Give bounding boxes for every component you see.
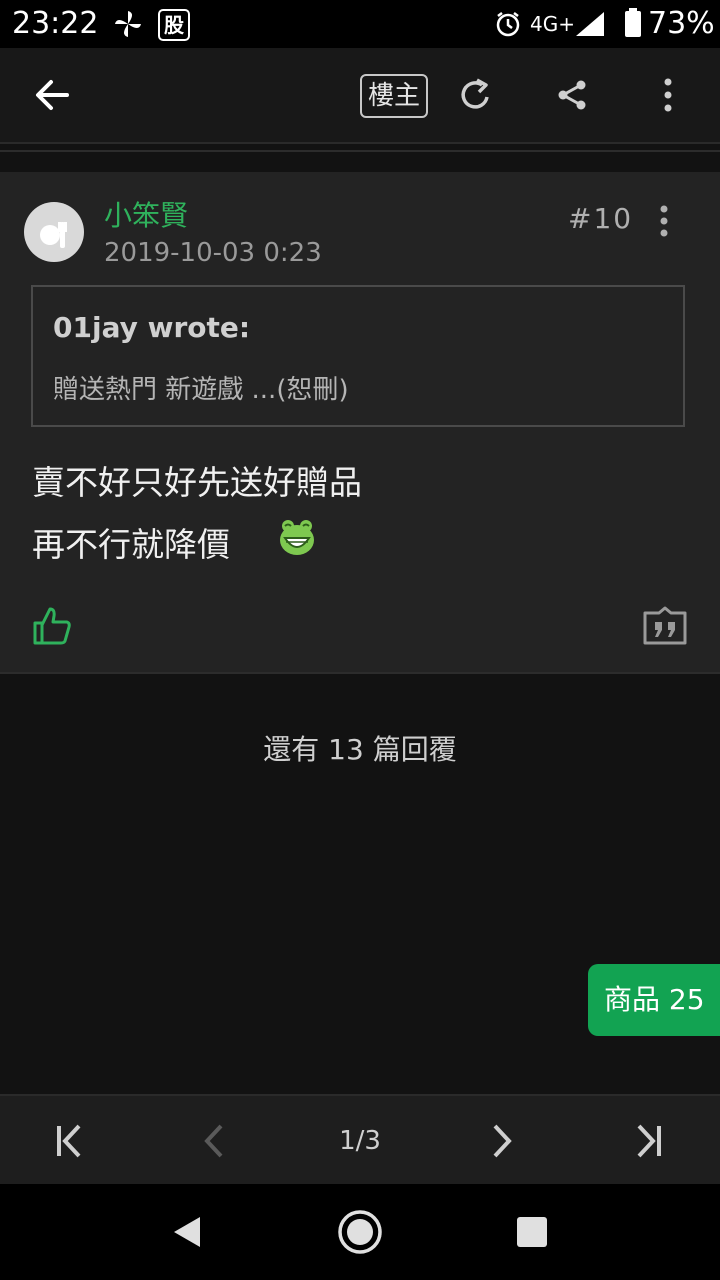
alarm-icon xyxy=(494,10,522,38)
prev-page-button[interactable] xyxy=(178,1096,250,1186)
more-vertical-icon xyxy=(659,205,669,237)
like-button[interactable] xyxy=(32,606,72,646)
author-name[interactable]: 小笨賢 xyxy=(104,194,188,234)
system-nav-bar xyxy=(0,1184,720,1280)
nav-back-button[interactable] xyxy=(138,1184,234,1280)
stock-app-icon: 股 xyxy=(158,9,190,41)
nav-home-button[interactable] xyxy=(312,1184,408,1280)
products-button[interactable]: 商品 25 xyxy=(588,964,720,1036)
floor-number: #10 xyxy=(568,202,634,235)
refresh-button[interactable] xyxy=(440,48,512,142)
back-triangle-icon xyxy=(170,1215,202,1249)
last-page-icon xyxy=(633,1124,663,1158)
back-button[interactable] xyxy=(16,48,88,142)
battery-percent: 73% xyxy=(648,6,715,41)
more-options-button[interactable] xyxy=(632,48,704,142)
share-icon xyxy=(555,78,589,112)
page-indicator: 1/3 xyxy=(339,1126,381,1156)
laughing-frog-emoji-icon xyxy=(278,518,316,558)
divider xyxy=(0,150,720,152)
quote-text: 贈送熱門 新遊戲 ...(恕刪) xyxy=(53,375,349,405)
quote-block[interactable]: 01jay wrote: 贈送熱門 新遊戲 ...(恕刪) xyxy=(31,285,685,427)
divider xyxy=(0,672,720,674)
share-button[interactable] xyxy=(536,48,608,142)
post-card: 小笨賢 2019-10-03 0:23 #10 01jay wrote: 贈送熱… xyxy=(0,172,720,672)
network-label: 4G+ xyxy=(530,12,575,36)
prev-page-icon xyxy=(204,1124,224,1158)
post-more-button[interactable] xyxy=(648,202,680,240)
post-body-line: 再不行就降價 xyxy=(32,525,230,564)
next-page-icon xyxy=(492,1124,512,1158)
post-body-line: 賣不好只好先送好贈品 xyxy=(32,463,362,502)
last-page-button[interactable] xyxy=(612,1096,684,1186)
next-page-button[interactable] xyxy=(466,1096,538,1186)
avatar[interactable] xyxy=(24,202,84,262)
nav-recents-button[interactable] xyxy=(484,1184,580,1280)
more-replies-link[interactable]: 還有 13 篇回覆 xyxy=(0,728,720,768)
post-timestamp: 2019-10-03 0:23 xyxy=(104,238,322,268)
thumbs-up-icon xyxy=(32,606,72,646)
more-vertical-icon xyxy=(663,78,673,112)
status-bar: 23:22 股 4G+ 73% xyxy=(0,0,720,48)
quote-author: 01jay wrote: xyxy=(53,311,251,344)
first-page-button[interactable] xyxy=(34,1096,106,1186)
refresh-icon xyxy=(458,77,494,113)
pinwheel-icon xyxy=(112,8,144,40)
app-bar: 樓主 xyxy=(0,48,720,144)
arrow-left-icon xyxy=(34,79,70,111)
quote-reply-icon xyxy=(642,606,688,646)
status-time: 23:22 xyxy=(12,6,99,41)
pagination-bar: 1/3 xyxy=(0,1094,720,1186)
quote-reply-button[interactable] xyxy=(642,606,688,646)
first-page-icon xyxy=(55,1124,85,1158)
op-only-button[interactable]: 樓主 xyxy=(360,74,428,118)
recents-square-icon xyxy=(516,1216,548,1248)
home-circle-icon xyxy=(337,1209,383,1255)
signal-icon xyxy=(574,10,608,38)
battery-icon xyxy=(624,8,642,38)
